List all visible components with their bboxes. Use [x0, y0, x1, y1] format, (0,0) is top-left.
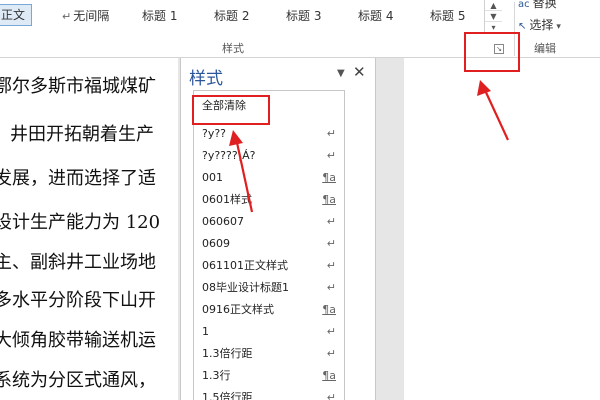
annotation-arrows	[229, 80, 509, 213]
word-window: 正文 ↵ 无间隔 标题 1 标题 2 标题 3 标题 4 标题 5 ▲ ▼ ▾ …	[0, 0, 600, 400]
arrow-to-launcher-icon	[477, 80, 509, 141]
arrow-to-clear-all-icon	[229, 130, 254, 213]
